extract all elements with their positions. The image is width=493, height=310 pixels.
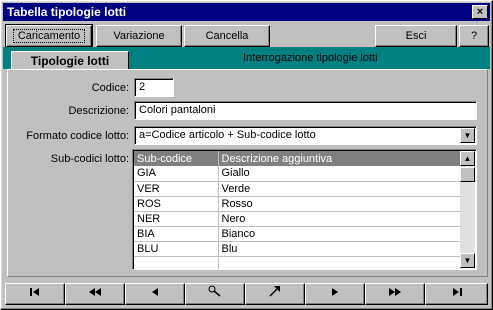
last-record-icon bbox=[452, 288, 462, 296]
caricamento-label: Caricamento bbox=[12, 29, 86, 43]
main-window: Tabella tipologie lotti × Caricamento Va… bbox=[0, 0, 493, 310]
help-button[interactable]: ? bbox=[459, 25, 489, 47]
grid-header-row: Sub-codice Descrizione aggiuntiva bbox=[134, 151, 461, 166]
cancella-label: Cancella bbox=[205, 30, 249, 42]
cell-descrizione[interactable]: Verde bbox=[218, 181, 461, 197]
descrizione-label: Descrizione: bbox=[68, 105, 129, 117]
cell-descrizione[interactable]: Nero bbox=[218, 211, 461, 227]
dropdown-arrow-icon[interactable]: ▼ bbox=[460, 128, 475, 143]
last-record-button[interactable] bbox=[425, 283, 488, 305]
goto-icon bbox=[269, 286, 280, 297]
cell-descrizione[interactable]: Rosso bbox=[218, 196, 461, 212]
table-row[interactable]: GIA Giallo bbox=[134, 166, 461, 182]
cell-subcodice[interactable]: VER bbox=[134, 181, 219, 197]
first-record-button[interactable] bbox=[5, 283, 65, 305]
table-row[interactable]: ROS Rosso bbox=[134, 196, 461, 212]
previous-record-button[interactable] bbox=[125, 283, 185, 305]
table-row[interactable]: BLU Blu bbox=[134, 241, 461, 257]
formato-label: Formato codice lotto: bbox=[26, 130, 129, 142]
cell-subcodice[interactable]: BLU bbox=[134, 241, 219, 257]
grid-vertical-scrollbar[interactable]: ▲ ▼ bbox=[460, 151, 475, 268]
cell-subcodice[interactable]: NER bbox=[134, 211, 219, 227]
scroll-thumb[interactable] bbox=[460, 167, 475, 182]
table-row[interactable]: BIA Bianco bbox=[134, 226, 461, 242]
cancella-button[interactable]: Cancella bbox=[184, 25, 270, 47]
next-page-icon bbox=[389, 288, 401, 296]
first-record-icon bbox=[30, 288, 39, 296]
caricamento-button[interactable]: Caricamento bbox=[5, 24, 93, 48]
subcodici-grid[interactable]: Sub-codice Descrizione aggiuntiva GIA Gia… bbox=[132, 149, 477, 270]
close-button[interactable]: × bbox=[472, 5, 488, 19]
panel-header-title: Interrogazione tipologie lotti bbox=[243, 52, 378, 64]
cell-subcodice[interactable] bbox=[134, 256, 219, 269]
cell-subcodice[interactable]: BIA bbox=[134, 226, 219, 242]
cell-descrizione[interactable]: Blu bbox=[218, 241, 461, 257]
tab-tipologie-lotti[interactable]: Tipologie lotti bbox=[11, 51, 129, 71]
formato-value: a=Codice articolo + Sub-codice lotto bbox=[139, 129, 316, 141]
next-record-button[interactable] bbox=[305, 283, 365, 305]
column-header-subcodice[interactable]: Sub-codice bbox=[134, 151, 219, 166]
previous-page-icon bbox=[89, 288, 101, 296]
previous-page-button[interactable] bbox=[65, 283, 125, 305]
esci-button[interactable]: Esci bbox=[375, 25, 457, 47]
column-header-descrizione[interactable]: Descrizione aggiuntiva bbox=[218, 151, 461, 166]
cell-descrizione[interactable]: Bianco bbox=[218, 226, 461, 242]
esci-label: Esci bbox=[405, 30, 427, 42]
record-navigation-bar bbox=[5, 283, 488, 305]
scroll-up-icon[interactable]: ▲ bbox=[460, 151, 475, 166]
table-row[interactable]: VER Verde bbox=[134, 181, 461, 197]
cell-subcodice[interactable]: GIA bbox=[134, 166, 219, 182]
subcodici-label: Sub-codici lotto: bbox=[50, 153, 129, 165]
find-button[interactable] bbox=[185, 283, 245, 305]
previous-record-icon bbox=[152, 288, 158, 296]
table-row[interactable] bbox=[134, 256, 461, 269]
goto-button[interactable] bbox=[245, 283, 305, 305]
variazione-label: Variazione bbox=[113, 30, 165, 42]
next-record-icon bbox=[332, 288, 338, 296]
cell-descrizione[interactable] bbox=[218, 256, 461, 269]
codice-field[interactable]: 2 bbox=[134, 78, 174, 97]
codice-label: Codice: bbox=[91, 82, 129, 94]
cell-subcodice[interactable]: ROS bbox=[134, 196, 219, 212]
formato-select[interactable]: a=Codice articolo + Sub-codice lotto ▼ bbox=[134, 126, 477, 145]
tab-strip: Tipologie lotti Interrogazione tipologie… bbox=[3, 47, 490, 71]
descrizione-field[interactable]: Colori pantaloni bbox=[134, 101, 477, 120]
find-icon bbox=[208, 285, 221, 297]
variazione-button[interactable]: Variazione bbox=[96, 25, 182, 47]
scroll-down-icon[interactable]: ▼ bbox=[460, 253, 475, 268]
help-label: ? bbox=[470, 30, 478, 42]
table-row[interactable]: NER Nero bbox=[134, 211, 461, 227]
window-title: Tabella tipologie lotti bbox=[7, 5, 127, 19]
cell-descrizione[interactable]: Giallo bbox=[218, 166, 461, 182]
next-page-button[interactable] bbox=[365, 283, 425, 305]
title-bar: Tabella tipologie lotti × bbox=[3, 3, 490, 21]
